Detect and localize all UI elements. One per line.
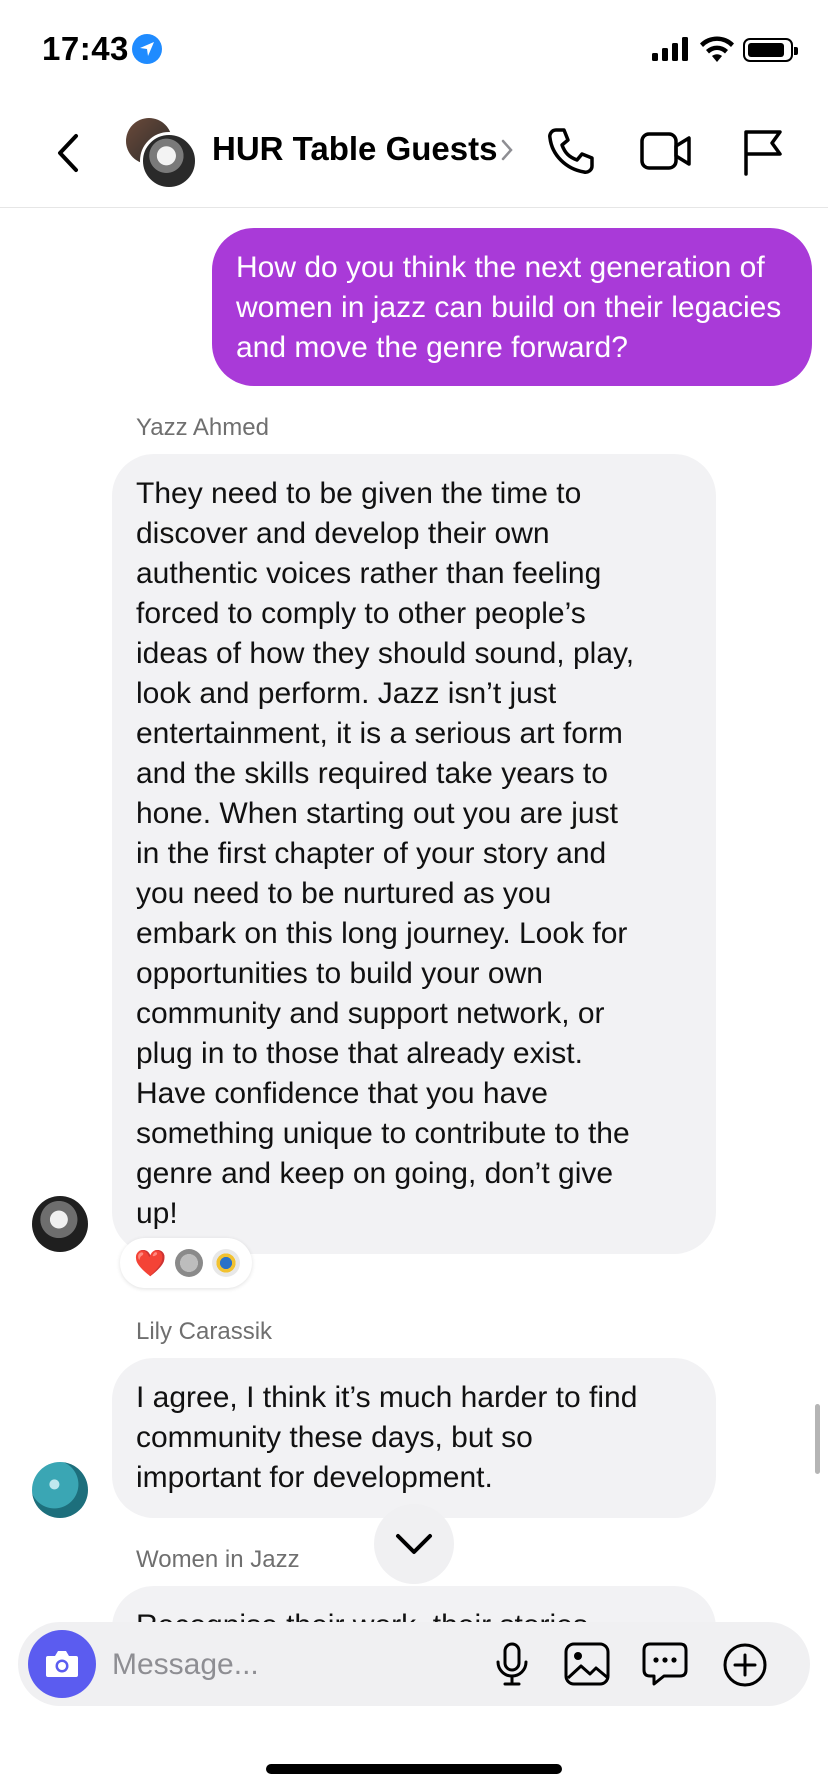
chat-title[interactable]: HUR Table Guests — [212, 130, 497, 168]
status-time: 17:43 — [42, 30, 129, 67]
reactor-avatar — [212, 1249, 241, 1277]
message-line: discover and develop their own — [136, 517, 550, 550]
sent-message-bubble[interactable]: How do you think the next generation of … — [212, 228, 812, 386]
sender-name: Yazz Ahmed — [136, 414, 269, 441]
message-line: you need to be nurtured as you — [136, 877, 552, 910]
home-indicator — [266, 1764, 562, 1774]
message-line: genre and keep on going, don’t give — [136, 1157, 614, 1190]
group-avatar[interactable] — [126, 118, 198, 190]
report-flag-button[interactable] — [742, 128, 784, 176]
chevron-right-icon[interactable] — [500, 138, 514, 162]
wifi-icon — [700, 36, 734, 62]
message-line: important for development. — [136, 1461, 493, 1494]
received-message-bubble[interactable]: They need to be given the time to discov… — [112, 454, 716, 1254]
message-text: How do you think the next generation of … — [236, 251, 782, 364]
sender-name: Lily Carassik — [136, 1318, 273, 1345]
camera-icon — [46, 1651, 78, 1677]
location-arrow-icon — [132, 34, 162, 64]
sticker-chat-button[interactable] — [642, 1642, 688, 1686]
message-line: authentic voices rather than feeling — [136, 557, 602, 590]
scroll-to-bottom-button[interactable] — [374, 1504, 454, 1584]
add-button[interactable] — [722, 1642, 768, 1688]
message-line: I agree, I think it’s much harder to fin… — [136, 1381, 638, 1414]
microphone-button[interactable] — [492, 1642, 532, 1686]
chevron-down-icon — [396, 1534, 432, 1554]
message-line: community and support network, or — [136, 997, 605, 1030]
scrollbar[interactable] — [815, 1404, 820, 1474]
message-input[interactable] — [110, 1636, 474, 1694]
phone-call-button[interactable] — [546, 126, 594, 176]
message-line: community these days, but so — [136, 1421, 533, 1454]
message-line: look and perform. Jazz isn’t just — [136, 677, 557, 710]
message-line: opportunities to build your own — [136, 957, 543, 990]
message-line: embark on this long journey. Look for — [136, 917, 628, 950]
chat-header: HUR Table Guests — [0, 100, 828, 208]
heart-reaction-icon: ❤️ — [134, 1248, 167, 1278]
video-call-button[interactable] — [640, 130, 692, 172]
sender-name: Women in Jazz — [136, 1546, 300, 1573]
gallery-button[interactable] — [564, 1642, 610, 1686]
message-line: They need to be given the time to — [136, 477, 582, 510]
sender-avatar[interactable] — [32, 1196, 88, 1252]
status-bar: 17:43 — [0, 0, 828, 100]
message-line: and the skills required take years to — [136, 757, 608, 790]
message-composer — [18, 1622, 810, 1706]
battery-icon — [743, 38, 798, 62]
message-line: something unique to contribute to the — [136, 1117, 630, 1150]
reactor-avatar — [175, 1249, 204, 1277]
camera-button[interactable] — [28, 1630, 96, 1698]
message-line: entertainment, it is a serious art form — [136, 717, 623, 750]
back-button[interactable] — [50, 130, 90, 176]
message-line: up! — [136, 1197, 178, 1230]
message-line: ideas of how they should sound, play, — [136, 637, 635, 670]
message-line: in the first chapter of your story and — [136, 837, 607, 870]
message-line: Have confidence that you have — [136, 1077, 548, 1110]
message-line: forced to comply to other people’s — [136, 597, 586, 630]
message-line: hone. When starting out you are just — [136, 797, 618, 830]
message-reactions[interactable]: ❤️ — [120, 1238, 252, 1288]
sender-avatar[interactable] — [32, 1462, 88, 1518]
message-line: plug in to those that already exist. — [136, 1037, 583, 1070]
member-avatar — [140, 132, 198, 190]
cellular-signal-icon — [652, 37, 688, 61]
received-message-bubble[interactable]: I agree, I think it’s much harder to fin… — [112, 1358, 716, 1518]
